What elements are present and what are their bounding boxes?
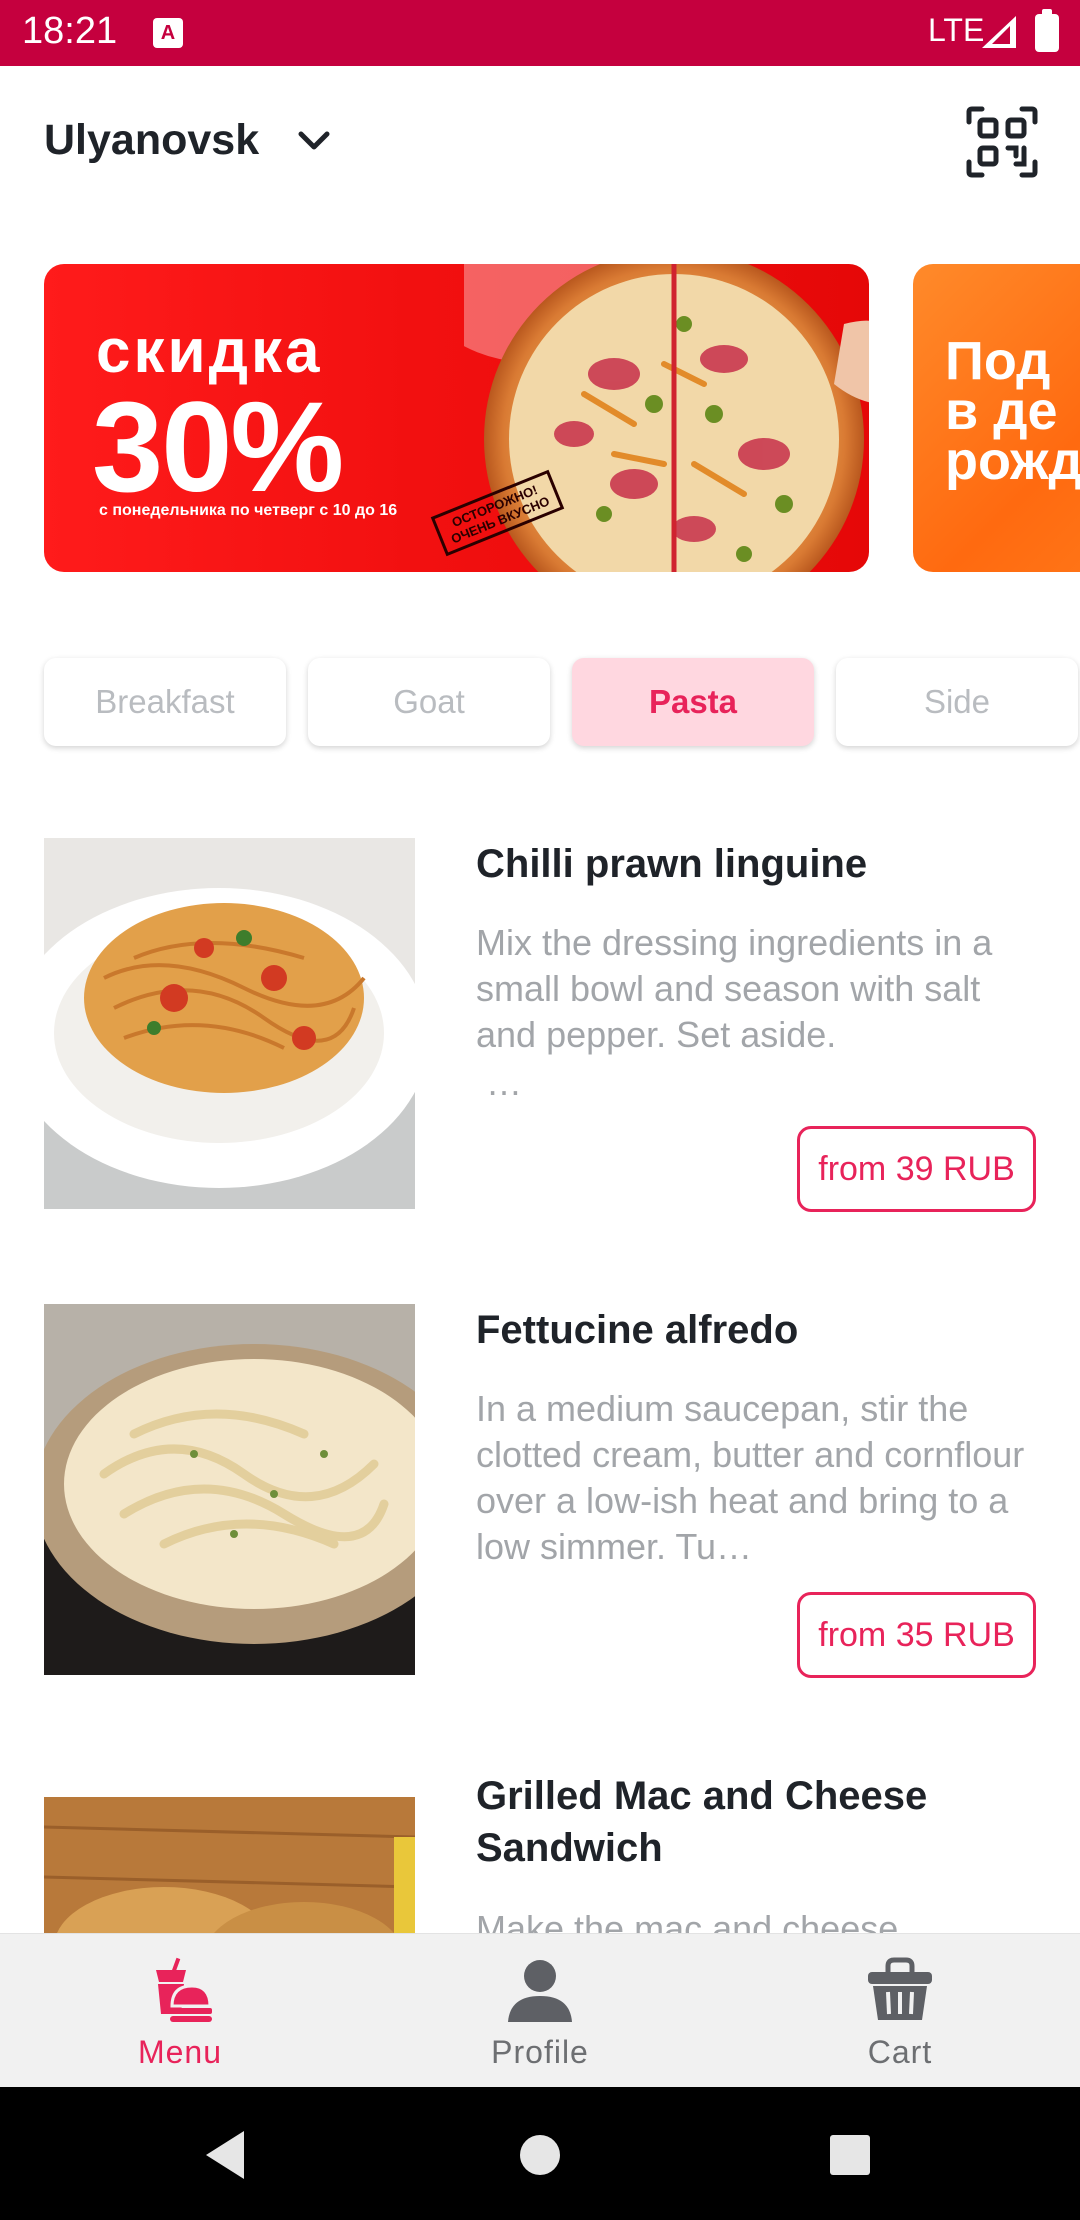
promo-banner-birthday[interactable]: Под в де рожд	[913, 264, 1080, 572]
nav-profile[interactable]: Profile	[440, 1934, 640, 2088]
recents-icon[interactable]	[820, 2125, 880, 2185]
bottom-navigation: Menu Profile Cart	[0, 1933, 1080, 2087]
category-pasta[interactable]: Pasta	[572, 658, 814, 746]
banner-subtitle: с понедельника по четверг с 10 до 16	[99, 502, 398, 519]
product-image	[44, 1797, 415, 1933]
category-tabs: Breakfast Goat Pasta Side	[0, 658, 1080, 750]
chevron-down-icon	[298, 131, 330, 149]
basket-icon	[868, 1957, 932, 2020]
product-image	[44, 838, 415, 1209]
product-card[interactable]: Grilled Mac and Cheese Sandwich Make the…	[0, 1770, 1080, 1933]
category-side[interactable]: Side	[836, 658, 1078, 746]
status-time: 18:21	[22, 10, 118, 52]
product-description: Make the mac and cheese	[476, 1908, 899, 1933]
product-title: Chilli prawn linguine	[476, 842, 868, 886]
battery-icon	[1035, 9, 1059, 52]
food-icon	[156, 1957, 212, 2022]
status-bar: 18:21 A LTE	[0, 0, 1080, 66]
signal-icon	[982, 16, 1016, 48]
back-icon[interactable]	[196, 2125, 256, 2185]
banner-second-text: Под в де рожд	[945, 331, 1080, 491]
notification-icon: A	[153, 18, 183, 48]
promo-carousel[interactable]: скидка 30% с понедельника по четверг с 1…	[0, 262, 1080, 574]
price-button[interactable]: from 35 RUB	[797, 1592, 1036, 1678]
product-description: In a medium saucepan, stir the clotted c…	[476, 1388, 1025, 1567]
product-image	[44, 1304, 415, 1675]
city-name: Ulyanovsk	[44, 116, 260, 164]
price-button[interactable]: from 39 RUB	[797, 1126, 1036, 1212]
banner-percent: 30%	[92, 376, 344, 519]
product-title: Fettucine alfredo	[476, 1308, 799, 1352]
qr-code-icon[interactable]	[966, 106, 1038, 178]
system-navigation-bar	[0, 2087, 1080, 2220]
user-icon	[508, 1960, 572, 2022]
description-ellipsis: …	[486, 1062, 522, 1103]
promo-banner-discount[interactable]: скидка 30% с понедельника по четверг с 1…	[44, 264, 869, 572]
header: Ulyanovsk	[0, 66, 1080, 216]
product-title: Grilled Mac and Cheese Sandwich	[476, 1774, 928, 1870]
nav-label: Cart	[867, 2034, 933, 2070]
city-selector[interactable]: Ulyanovsk	[44, 116, 331, 165]
nav-label: Menu	[137, 2034, 223, 2070]
product-description: Mix the dressing ingredients in a small …	[476, 922, 993, 1055]
home-icon[interactable]	[510, 2125, 570, 2185]
network-type: LTE	[928, 12, 985, 48]
category-breakfast[interactable]: Breakfast	[44, 658, 286, 746]
nav-menu[interactable]: Menu	[80, 1934, 280, 2088]
nav-cart[interactable]: Cart	[800, 1934, 1000, 2088]
pizza-image	[464, 264, 869, 572]
category-goat[interactable]: Goat	[308, 658, 550, 746]
nav-label: Profile	[491, 2034, 589, 2070]
